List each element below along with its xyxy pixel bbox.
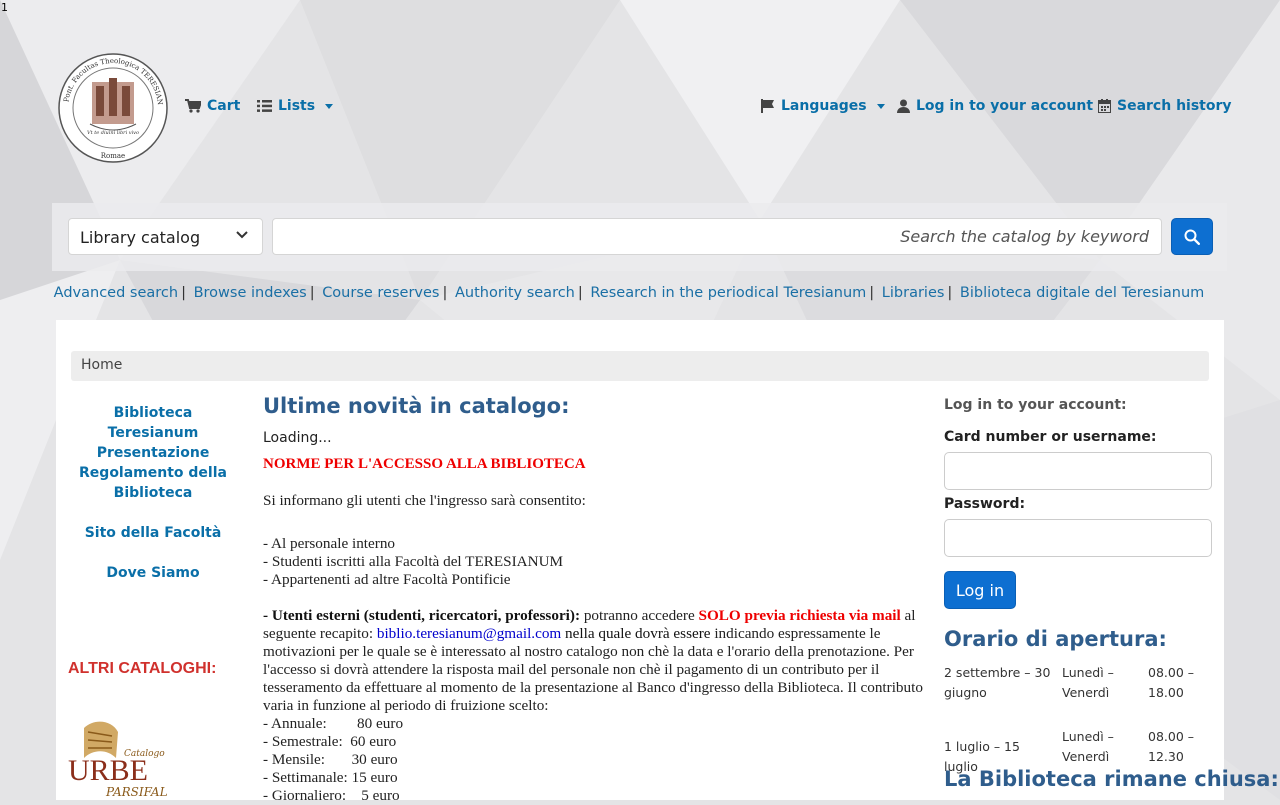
search-input[interactable] bbox=[272, 218, 1162, 255]
username-label: Card number or username: bbox=[944, 429, 1157, 445]
external-users-paragraph: - Utenti esterni (studenti, ricercatori,… bbox=[263, 607, 923, 804]
catalog-select-value: Library catalog bbox=[80, 228, 201, 247]
access-list: - Al personale interno - Studenti iscrit… bbox=[263, 535, 563, 589]
fee-item: - Giornaliero: 5 euro bbox=[263, 787, 400, 804]
user-icon bbox=[897, 99, 910, 113]
sidebar-item-regolamento[interactable]: Regolamento della Biblioteca bbox=[72, 463, 234, 503]
digital-library-link[interactable]: Biblioteca digitale del Teresianum bbox=[960, 285, 1204, 301]
cart-link[interactable]: Cart bbox=[185, 98, 240, 114]
teresianum-logo[interactable]: Vt te diuini libri vivo Pont. Facultas T… bbox=[56, 52, 170, 164]
list-item: - Studenti iscritti alla Facoltà del TER… bbox=[263, 553, 564, 570]
page-marker: 1 bbox=[1, 1, 8, 14]
notice-intro: Si informano gli utenti che l'ingresso s… bbox=[263, 492, 586, 509]
flag-icon bbox=[761, 99, 774, 113]
news-heading: Ultime novità in catalogo: bbox=[263, 394, 570, 418]
fee-item: - Semestrale: 60 euro bbox=[263, 733, 397, 750]
notice-title: NORME PER L'ACCESSO ALLA BIBLIOTECA bbox=[263, 456, 586, 472]
fee-item: - Mensile: 30 euro bbox=[263, 751, 398, 768]
search-history-label: Search history bbox=[1117, 98, 1232, 114]
sidebar-item-dove-siamo[interactable]: Dove Siamo bbox=[72, 563, 234, 583]
more-searches: Advanced search | Browse indexes | Course … bbox=[53, 285, 1205, 301]
hours-time: 08.00 – 12.30 bbox=[1148, 729, 1195, 764]
list-item: - Al personale interno bbox=[263, 535, 396, 552]
course-reserves-link[interactable]: Course reserves bbox=[322, 285, 439, 301]
closed-heading: La Biblioteca rimane chiusa: bbox=[944, 767, 1279, 791]
periodical-search-link[interactable]: Research in the periodical Teresianum bbox=[590, 285, 866, 301]
svg-text:Vt te diuini libri vivo: Vt te diuini libri vivo bbox=[87, 130, 139, 136]
hours-days: Lunedì – Venerdì bbox=[1062, 729, 1114, 764]
fee-item: - Annuale: 80 euro bbox=[263, 715, 404, 732]
cart-icon bbox=[185, 99, 201, 113]
chevron-down-icon bbox=[325, 103, 334, 109]
login-link[interactable]: Log in to your account bbox=[897, 98, 1093, 114]
languages-label: Languages bbox=[781, 98, 867, 114]
authority-search-link[interactable]: Authority search bbox=[455, 285, 575, 301]
fee-item: - Settimanale: 15 euro bbox=[263, 769, 398, 786]
catalog-select[interactable]: Library catalog bbox=[68, 218, 263, 255]
hours-time: 08.00 – 18.00 bbox=[1148, 665, 1195, 700]
lists-dropdown[interactable]: Lists bbox=[257, 98, 334, 114]
svg-text:Romae: Romae bbox=[101, 152, 125, 160]
opening-hours-heading: Orario di apertura: bbox=[944, 627, 1167, 651]
search-icon bbox=[1184, 229, 1200, 245]
username-field[interactable] bbox=[944, 452, 1212, 490]
urbe-catalog-logo[interactable]: Catalogo URBE PARSIFAL bbox=[66, 718, 172, 800]
sidebar-item-sito-facolta[interactable]: Sito della Facoltà bbox=[72, 523, 234, 543]
list-item: - Appartenenti ad altre Facoltà Pontific… bbox=[263, 571, 511, 588]
external-users-label: - Utenti esterni (studenti, ricercatori,… bbox=[263, 607, 581, 624]
email-link[interactable]: biblio.teresianum@gmail.com bbox=[377, 625, 561, 642]
password-field[interactable] bbox=[944, 519, 1212, 557]
altri-cataloghi-heading: ALTRI CATALOGHI: bbox=[68, 660, 217, 677]
list-icon bbox=[257, 100, 272, 112]
browse-indexes-link[interactable]: Browse indexes bbox=[194, 285, 307, 301]
sidebar-item-presentazione[interactable]: Biblioteca Teresianum Presentazione bbox=[72, 403, 234, 463]
svg-text:PARSIFAL: PARSIFAL bbox=[105, 785, 168, 799]
mail-only-note: SOLO previa richiesta via mail bbox=[698, 607, 901, 624]
hours-period: 2 settembre – 30 giugno bbox=[944, 665, 1051, 700]
breadcrumb: Home bbox=[71, 351, 1209, 381]
loading-text: Loading... bbox=[263, 430, 332, 446]
login-heading: Log in to your account: bbox=[944, 397, 1127, 413]
chevron-down-icon bbox=[876, 103, 885, 109]
libraries-link[interactable]: Libraries bbox=[882, 285, 945, 301]
chevron-down-icon bbox=[236, 231, 248, 239]
calendar-icon bbox=[1098, 99, 1111, 113]
lists-label: Lists bbox=[278, 98, 316, 114]
breadcrumb-home[interactable]: Home bbox=[81, 357, 122, 373]
search-history-link[interactable]: Search history bbox=[1098, 98, 1232, 114]
login-label: Log in to your account bbox=[916, 98, 1094, 114]
svg-text:URBE: URBE bbox=[68, 754, 148, 787]
cart-label: Cart bbox=[207, 98, 241, 114]
login-button[interactable]: Log in bbox=[944, 571, 1016, 609]
password-label: Password: bbox=[944, 496, 1026, 512]
advanced-search-link[interactable]: Advanced search bbox=[54, 285, 178, 301]
search-button[interactable] bbox=[1171, 218, 1213, 255]
hours-days: Lunedì – Venerdì bbox=[1062, 665, 1114, 700]
languages-dropdown[interactable]: Languages bbox=[761, 98, 885, 114]
